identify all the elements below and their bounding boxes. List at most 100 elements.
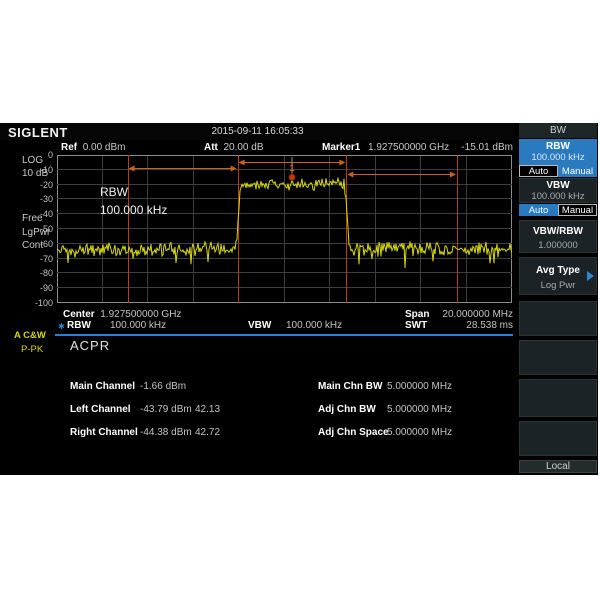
y-axis-tick-label: -80 <box>40 268 53 278</box>
y-axis-tick-label: -20 <box>40 180 53 190</box>
vbw-softkey-value: 100.000 kHz <box>520 191 596 202</box>
y-axis-tick-label: -60 <box>40 239 53 249</box>
rbw-value: 100.000 kHz <box>110 320 166 331</box>
y-axis-tick-label: -70 <box>40 254 53 264</box>
y-axis-tick-label: -10 <box>40 165 53 175</box>
rbw-auto-manual-toggle: Auto Manual <box>519 165 597 177</box>
acpr-adj-bw-label: Adj Chn BW <box>318 404 376 415</box>
acpr-right-value: -44.38 dBm <box>140 427 192 438</box>
acpr-space-value: 5.000000 MHz <box>387 427 452 438</box>
center-label: Center <box>63 309 95 320</box>
marker-name: Marker1 <box>322 142 360 153</box>
vbw-rbw-label: VBW/RBW <box>520 226 596 237</box>
acpr-right-ratio: 42.72 <box>195 427 220 438</box>
acpr-right-label: Right Channel <box>70 427 138 438</box>
att-value: 20.00 dB <box>223 142 263 153</box>
vbw-readout: VBW <box>248 320 271 331</box>
vbw-value: 100.000 kHz <box>286 320 342 331</box>
vbw-rbw-value: 1.000000 <box>520 240 596 251</box>
rbw-overlay-value: 100.000 kHz <box>100 201 167 219</box>
y-axis-labels: 0-10-20-30-40-50-60-70-80-90-100 <box>22 155 54 303</box>
y-axis-tick-label: -100 <box>35 298 53 308</box>
center-freq-readout: Center 1.927500000 GHz <box>63 309 181 320</box>
avg-type-label: Avg Type <box>520 265 596 276</box>
section-divider <box>55 334 513 336</box>
acpr-adj-bw-value: 5.000000 MHz <box>387 404 452 415</box>
softkey-sidebar: BW RBW 100.000 kHz Auto Manual VBW 100.0… <box>519 123 597 475</box>
rbw-auto-option[interactable]: Auto <box>519 165 558 177</box>
center-value: 1.927500000 GHz <box>100 309 181 320</box>
blank-softkey-2 <box>519 340 597 375</box>
marker-frequency: 1.927500000 GHz <box>368 142 449 153</box>
menu-title: BW <box>519 123 597 138</box>
plot-area: 1 <box>57 155 512 303</box>
vbw-softkey[interactable]: VBW 100.000 kHz <box>519 178 597 203</box>
acpr-row-left: Left Channel -43.79 dBm 42.13 Adj Chn BW… <box>0 404 515 416</box>
blank-softkey-4 <box>519 421 597 456</box>
att-label: Att <box>204 142 218 153</box>
acpr-left-value: -43.79 dBm <box>140 404 192 415</box>
ref-level-readout: Ref 0.00 dBm <box>61 142 126 153</box>
y-axis-tick-label: 0 <box>48 150 53 160</box>
left-channel-span-arrowhead-right <box>231 166 237 172</box>
y-axis-tick-label: -40 <box>40 209 53 219</box>
submenu-arrow-icon <box>587 271 594 281</box>
vbw-softkey-label: VBW <box>520 180 596 191</box>
marker-amplitude: -15.01 dBm <box>460 142 513 153</box>
span-label: Span <box>405 309 429 320</box>
acpr-main-value: -1.66 dBm <box>140 381 186 392</box>
acpr-space-label: Adj Chn Space <box>318 427 389 438</box>
acpr-row-right: Right Channel -44.38 dBm 42.72 Adj Chn S… <box>0 427 515 439</box>
y-axis-tick-label: -90 <box>40 283 53 293</box>
marker-readout: Marker1 <box>322 142 360 153</box>
blank-softkey-3 <box>519 379 597 417</box>
acpr-main-bw-value: 5.000000 MHz <box>387 381 452 392</box>
right-channel-span-arrowhead-right <box>450 172 456 178</box>
avg-type-softkey[interactable]: Avg Type Log Pwr <box>519 257 597 295</box>
main-channel-span-arrowhead-right <box>339 160 345 166</box>
acpr-title: ACPR <box>70 338 110 353</box>
swt-label: SWT <box>405 320 427 331</box>
y-axis-tick-label: -30 <box>40 194 53 204</box>
rbw-softkey-label: RBW <box>520 141 596 152</box>
swt-value: 28.538 ms <box>430 320 513 331</box>
span-value: 20.000000 MHz <box>430 309 513 320</box>
vbw-label: VBW <box>248 320 271 331</box>
detector-label: P-PK <box>21 344 43 355</box>
ref-value: 0.00 dBm <box>83 142 126 153</box>
rbw-readout: RBW <box>67 320 91 331</box>
rbw-coupled-indicator-icon: ✱ <box>58 322 65 331</box>
marker-dot <box>289 174 295 180</box>
y-axis-tick-label: -50 <box>40 224 53 234</box>
left-channel-span-arrowhead-left <box>129 166 135 172</box>
vbw-rbw-ratio-softkey[interactable]: VBW/RBW 1.000000 <box>519 220 597 253</box>
vbw-auto-manual-toggle: Auto Manual <box>519 204 597 216</box>
acpr-left-label: Left Channel <box>70 404 131 415</box>
local-status: Local <box>519 460 597 473</box>
analyzer-screen: SIGLENT 2015-09-11 16:05:33 LOG 10 dB Fr… <box>0 123 598 475</box>
main-channel-span-arrowhead-left <box>239 160 245 166</box>
acpr-main-label: Main Channel <box>70 381 135 392</box>
acpr-main-bw-label: Main Chn BW <box>318 381 382 392</box>
spectrum-plot: 1 <box>57 155 512 303</box>
blank-softkey-1 <box>519 301 597 336</box>
datetime-display: 2015-09-11 16:05:33 <box>0 126 515 137</box>
ref-label: Ref <box>61 142 77 153</box>
acpr-left-ratio: 42.13 <box>195 404 220 415</box>
span-label-text: Span <box>405 309 429 320</box>
rbw-softkey[interactable]: RBW 100.000 kHz <box>519 139 597 165</box>
marker-number-label: 1 <box>290 163 295 173</box>
vbw-manual-option[interactable]: Manual <box>558 204 597 216</box>
rbw-manual-option[interactable]: Manual <box>558 165 597 177</box>
vbw-auto-option[interactable]: Auto <box>519 204 558 216</box>
right-channel-span-arrowhead-left <box>347 172 353 178</box>
rbw-softkey-value: 100.000 kHz <box>520 152 596 163</box>
acpr-row-main: Main Channel -1.66 dBm Main Chn BW 5.000… <box>0 381 515 393</box>
rbw-overlay-annotation: RBW 100.000 kHz <box>100 183 167 219</box>
top-status-bar: SIGLENT 2015-09-11 16:05:33 <box>0 123 515 140</box>
swt-readout: SWT <box>405 320 427 331</box>
rbw-overlay-label: RBW <box>100 183 167 201</box>
rbw-label: RBW <box>67 320 91 331</box>
avg-type-value: Log Pwr <box>520 280 596 291</box>
attenuation-readout: Att 20.00 dB <box>204 142 264 153</box>
